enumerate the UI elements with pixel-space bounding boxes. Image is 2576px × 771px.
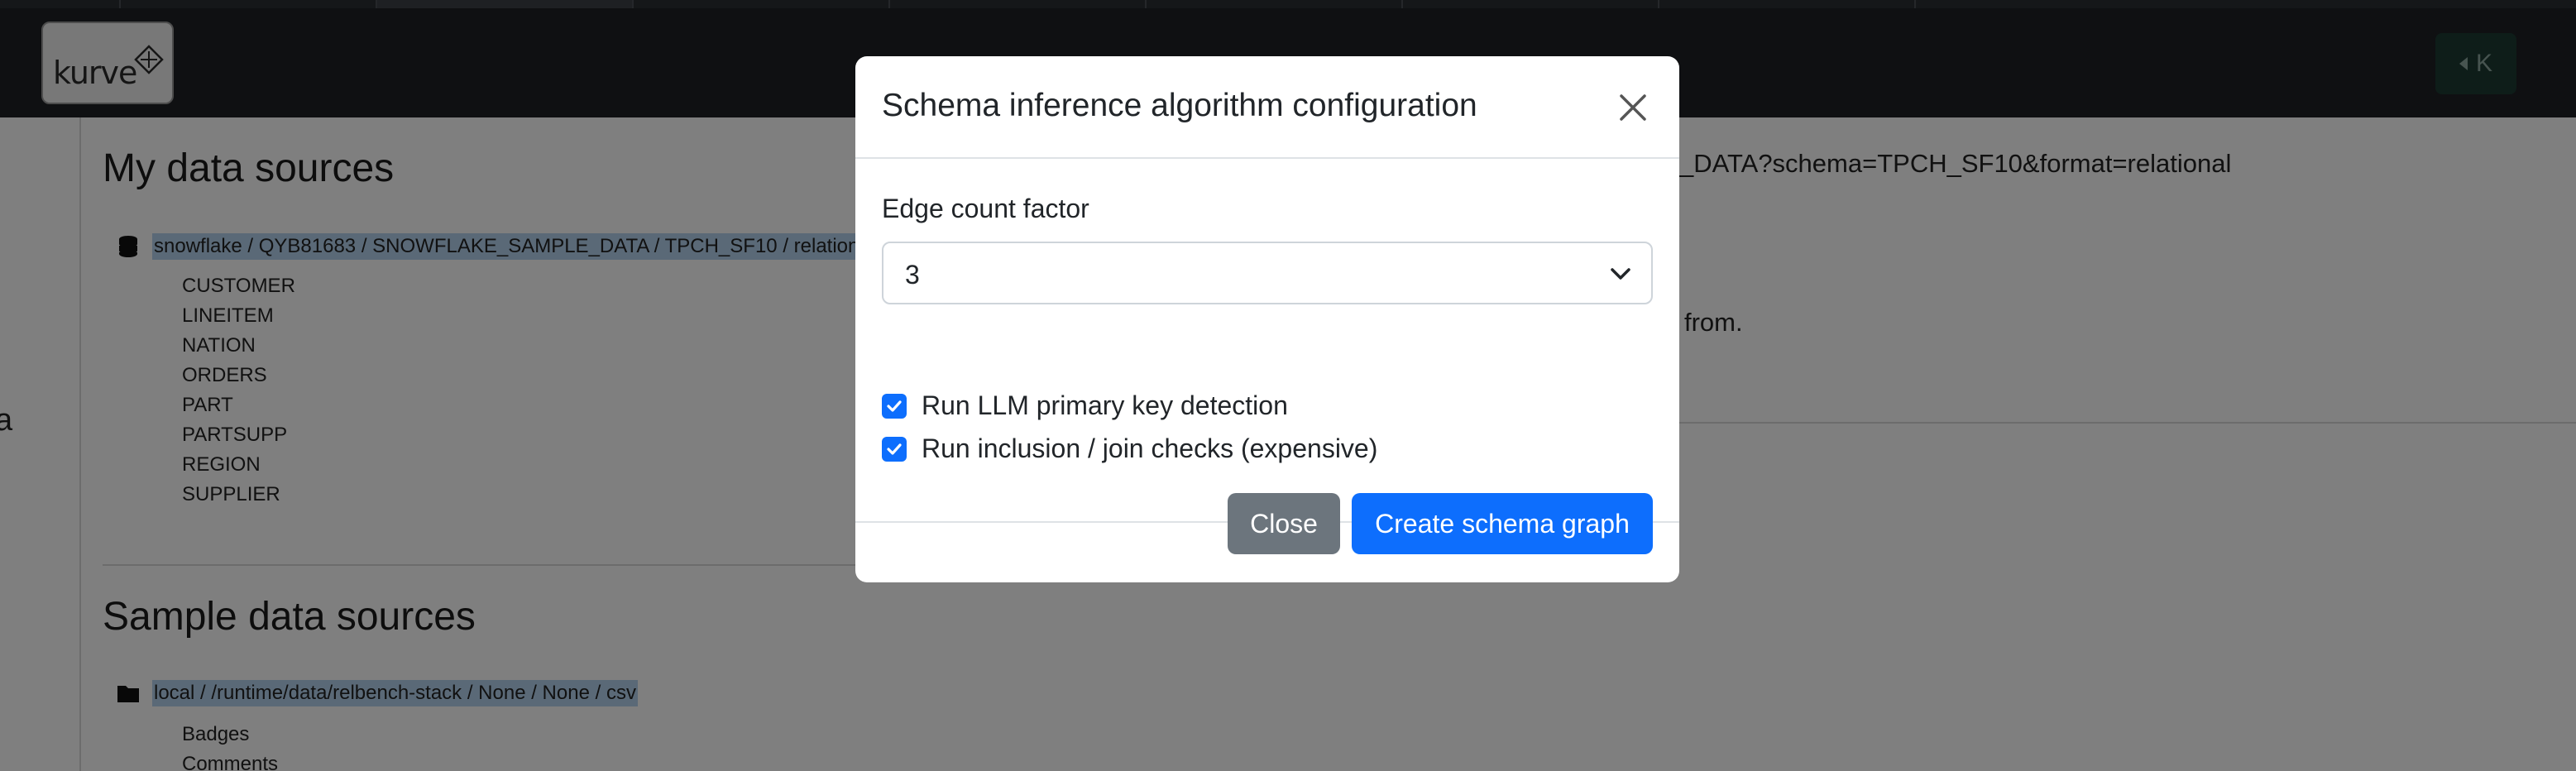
modal-body: Edge count factor 3 Run LLM primary key …: [855, 159, 1679, 521]
join-checks-label: Run inclusion / join checks (expensive): [922, 433, 1378, 463]
edge-count-label: Edge count factor: [882, 194, 1089, 223]
llm-pk-detection-label: Run LLM primary key detection: [922, 390, 1288, 420]
edge-count-select[interactable]: 3: [882, 242, 1653, 304]
close-icon[interactable]: [1616, 91, 1650, 124]
chevron-down-icon: [1611, 268, 1630, 280]
modal-title: Schema inference algorithm configuration: [882, 88, 1477, 123]
modal-header: Schema inference algorithm configuration: [855, 56, 1679, 159]
join-checks-option[interactable]: Run inclusion / join checks (expensive): [882, 433, 1377, 464]
llm-pk-detection-option[interactable]: Run LLM primary key detection: [882, 390, 1288, 421]
checkmark-icon: [887, 443, 902, 455]
edge-count-value: 3: [905, 260, 920, 290]
checkmark-icon: [887, 400, 902, 412]
join-checks-checkbox[interactable]: [882, 436, 907, 462]
create-schema-graph-button[interactable]: Create schema graph: [1352, 493, 1653, 554]
llm-pk-detection-checkbox[interactable]: [882, 393, 907, 419]
close-button[interactable]: Close: [1228, 493, 1340, 554]
